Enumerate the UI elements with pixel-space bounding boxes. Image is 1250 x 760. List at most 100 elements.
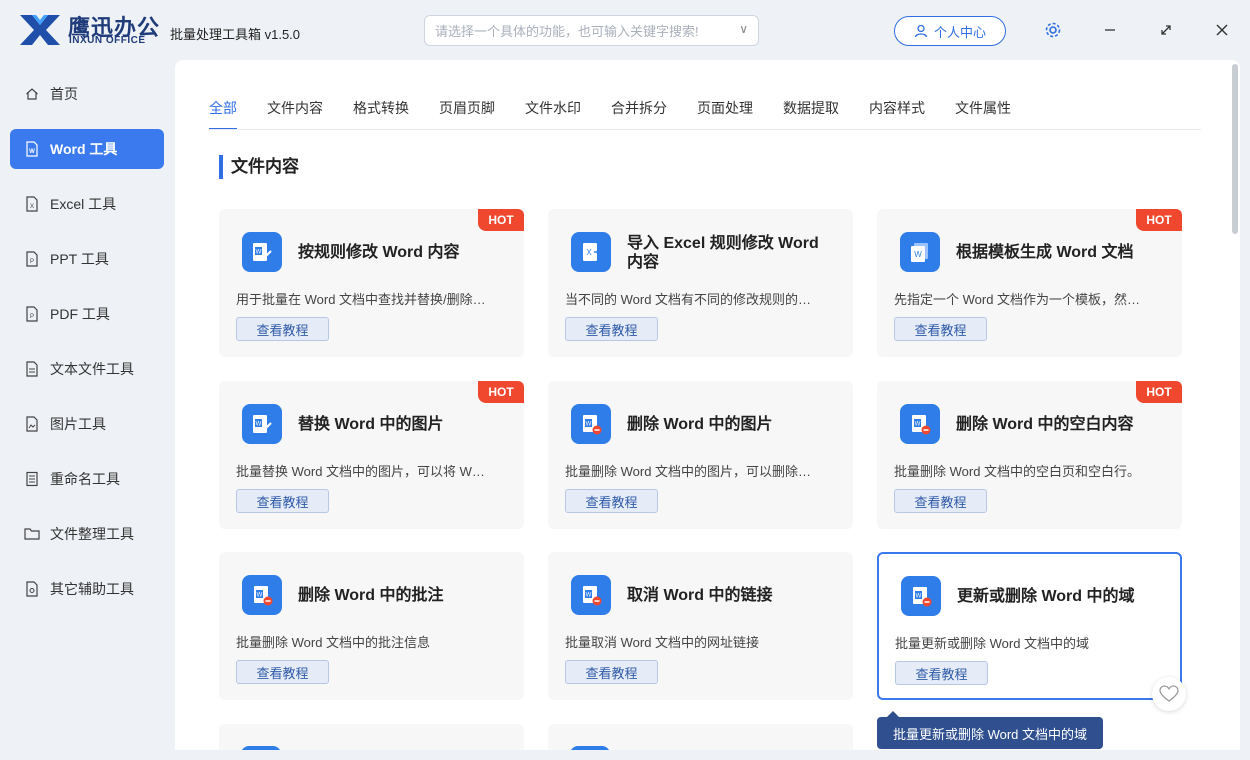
- card-description: 批量删除 Word 文档中的批注信息: [236, 635, 431, 650]
- user-center-button[interactable]: 个人中心: [894, 16, 1006, 46]
- view-tutorial-button[interactable]: 查看教程: [236, 660, 329, 684]
- tab-merge-split[interactable]: 合并拆分: [611, 98, 667, 130]
- tool-icon: [241, 746, 281, 750]
- view-tutorial-button[interactable]: 查看教程: [236, 489, 329, 513]
- tools-icon: [24, 581, 40, 597]
- tool-card[interactable]: W 删除 Word 中的批注 批量删除 Word 文档中的批注信息 查看教程: [219, 552, 524, 700]
- sidebar-item-label: Excel 工具: [50, 196, 117, 212]
- svg-text:P: P: [30, 314, 34, 320]
- sidebar-item-label: 其它辅助工具: [50, 581, 134, 597]
- card-description: 批量删除 Word 文档中的图片，可以删除…: [565, 464, 812, 479]
- hot-badge: HOT: [1136, 209, 1182, 231]
- svg-text:W: W: [256, 422, 262, 428]
- app-title: 批量处理工具箱 v1.5.0: [170, 27, 301, 42]
- view-tutorial-button[interactable]: 查看教程: [894, 489, 987, 513]
- word-field-icon: W: [901, 576, 941, 616]
- tab-header-footer[interactable]: 页眉页脚: [439, 98, 495, 130]
- ppt-file-icon: P: [24, 251, 40, 267]
- card-title: 删除 Word 中的空白内容: [956, 416, 1134, 433]
- sidebar-item-word[interactable]: W Word 工具: [10, 129, 164, 169]
- tool-card[interactable]: W 按规则修改 Word 内容 用于批量在 Word 文档中查找并替换/删除… …: [219, 209, 524, 357]
- card-title: 删除 Word 中的批注: [298, 587, 444, 604]
- tab-divider: [209, 129, 1201, 130]
- sidebar-item-text[interactable]: 文本文件工具: [10, 349, 164, 389]
- sidebar-item-label: PPT 工具: [50, 251, 109, 267]
- card-description: 先指定一个 Word 文档作为一个模板，然…: [894, 292, 1141, 307]
- tool-card-selected[interactable]: W 更新或删除 Word 中的域 批量更新或删除 Word 文档中的域 查看教程: [877, 552, 1182, 700]
- sidebar-item-label: 重命名工具: [50, 471, 120, 487]
- tab-file-properties[interactable]: 文件属性: [955, 98, 1011, 130]
- card-title: 替换 Word 中的图片: [298, 416, 444, 433]
- sidebar-item-label: PDF 工具: [50, 306, 110, 322]
- sidebar-item-other-tools[interactable]: 其它辅助工具: [10, 569, 164, 609]
- pdf-file-icon: P: [24, 306, 40, 322]
- tab-watermark[interactable]: 文件水印: [525, 98, 581, 130]
- card-description: 批量替换 Word 文档中的图片，可以将 W…: [236, 464, 485, 479]
- rename-icon: [24, 471, 40, 487]
- view-tutorial-button[interactable]: 查看教程: [236, 317, 329, 341]
- tool-card[interactable]: W 取消 Word 中的链接 批量取消 Word 文档中的网址链接 查看教程: [548, 552, 853, 700]
- tab-page-process[interactable]: 页面处理: [697, 98, 753, 130]
- minimize-icon[interactable]: [1098, 18, 1122, 42]
- svg-text:W: W: [29, 149, 35, 155]
- scroll-thumb[interactable]: [1232, 64, 1238, 234]
- sidebar-item-organize[interactable]: 文件整理工具: [10, 514, 164, 554]
- card-description: 批量更新或删除 Word 文档中的域: [895, 636, 1090, 651]
- tab-data-extract[interactable]: 数据提取: [783, 98, 839, 130]
- title-bar: 鹰迅办公 INXUN OFFICE 批量处理工具箱 v1.5.0 ∨ 个人中心: [0, 0, 1250, 60]
- main-panel: 全部 文件内容 格式转换 页眉页脚 文件水印 合并拆分 页面处理 数据提取 内容…: [175, 60, 1240, 750]
- word-delete-image-icon: W: [571, 404, 611, 444]
- tab-file-content[interactable]: 文件内容: [267, 98, 323, 130]
- tool-card[interactable]: [548, 724, 853, 750]
- scrollbar[interactable]: [1230, 60, 1240, 750]
- card-title: 导入 Excel 规则修改 Word 内容: [627, 235, 819, 271]
- card-title: 更新或删除 Word 中的域: [957, 588, 1135, 605]
- svg-text:X: X: [30, 204, 34, 210]
- card-title: 按规则修改 Word 内容: [298, 244, 460, 261]
- tool-card[interactable]: W 删除 Word 中的图片 批量删除 Word 文档中的图片，可以删除… 查看…: [548, 381, 853, 529]
- excel-import-icon: X: [571, 232, 611, 272]
- chevron-down-icon[interactable]: ∨: [739, 22, 748, 36]
- svg-text:X: X: [586, 248, 592, 257]
- tool-card[interactable]: W 删除 Word 中的空白内容 批量删除 Word 文档中的空白页和空白行。 …: [877, 381, 1182, 529]
- function-search-box[interactable]: ∨: [424, 15, 759, 46]
- tool-card[interactable]: W 根据模板生成 Word 文档 先指定一个 Word 文档作为一个模板，然… …: [877, 209, 1182, 357]
- sidebar-item-excel[interactable]: X Excel 工具: [10, 184, 164, 224]
- sidebar-item-label: 文本文件工具: [50, 361, 134, 377]
- close-icon[interactable]: [1210, 18, 1234, 42]
- category-tabs: 全部 文件内容 格式转换 页眉页脚 文件水印 合并拆分 页面处理 数据提取 内容…: [209, 98, 1041, 130]
- word-delete-blank-icon: W: [900, 404, 940, 444]
- view-tutorial-button[interactable]: 查看教程: [565, 660, 658, 684]
- tool-card[interactable]: W 替换 Word 中的图片 批量替换 Word 文档中的图片，可以将 W… 查…: [219, 381, 524, 529]
- tab-content-style[interactable]: 内容样式: [869, 98, 925, 130]
- sidebar-item-image[interactable]: 图片工具: [10, 404, 164, 444]
- view-tutorial-button[interactable]: 查看教程: [565, 489, 658, 513]
- sidebar-item-rename[interactable]: 重命名工具: [10, 459, 164, 499]
- card-description: 批量删除 Word 文档中的空白页和空白行。: [894, 464, 1141, 479]
- favorite-heart-icon[interactable]: [1152, 677, 1186, 711]
- card-description: 当不同的 Word 文档有不同的修改规则的…: [565, 292, 812, 307]
- maximize-icon[interactable]: [1154, 18, 1178, 42]
- sidebar-item-label: Word 工具: [50, 141, 118, 157]
- tool-card[interactable]: [219, 724, 524, 750]
- tool-card[interactable]: X 导入 Excel 规则修改 Word 内容 当不同的 Word 文档有不同的…: [548, 209, 853, 357]
- word-replace-image-icon: W: [242, 404, 282, 444]
- tab-format-convert[interactable]: 格式转换: [353, 98, 409, 130]
- sidebar: 首页 W Word 工具 X Excel 工具 P PPT 工具 P PDF 工…: [0, 60, 174, 760]
- tool-icon: [570, 746, 610, 750]
- tab-all[interactable]: 全部: [209, 98, 237, 130]
- view-tutorial-button[interactable]: 查看教程: [565, 317, 658, 341]
- tooltip: 批量更新或删除 Word 文档中的域: [877, 711, 1103, 749]
- sidebar-item-pdf[interactable]: P PDF 工具: [10, 294, 164, 334]
- word-unlink-icon: W: [571, 575, 611, 615]
- search-input[interactable]: [435, 22, 725, 40]
- text-file-icon: [24, 361, 40, 377]
- sidebar-item-ppt[interactable]: P PPT 工具: [10, 239, 164, 279]
- svg-text:W: W: [916, 594, 922, 600]
- settings-gear-icon[interactable]: [1041, 18, 1065, 42]
- view-tutorial-button[interactable]: 查看教程: [894, 317, 987, 341]
- word-delete-comment-icon: W: [242, 575, 282, 615]
- view-tutorial-button[interactable]: 查看教程: [895, 661, 988, 685]
- sidebar-item-home[interactable]: 首页: [10, 74, 164, 114]
- svg-text:W: W: [256, 250, 262, 256]
